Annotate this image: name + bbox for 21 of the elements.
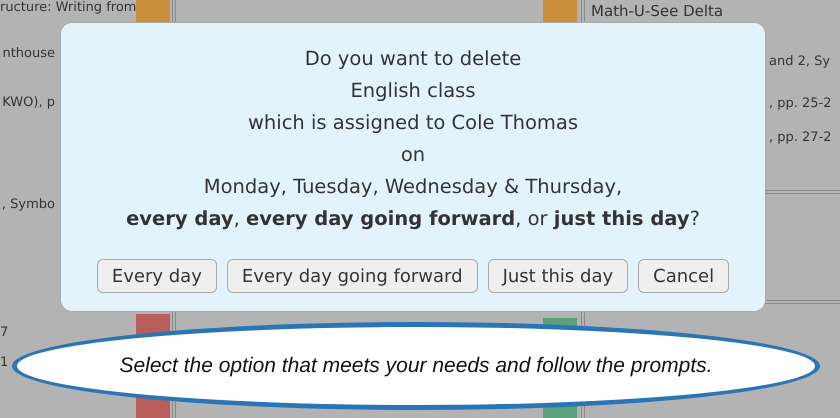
background-text: Math-U-See Delta (591, 2, 724, 20)
dialog-button[interactable]: Every day (96, 259, 217, 293)
background-text: , Symbo (2, 197, 55, 212)
dialog-message: Do you want to delete (304, 46, 522, 72)
dialog-message: English class (350, 78, 476, 104)
dialog-button[interactable]: Cancel (638, 259, 730, 293)
background-text: 1 (0, 355, 8, 370)
dialog-message: every day, every day going forward, or just this day? (126, 206, 700, 232)
background-text: 7 (0, 325, 8, 340)
background-text: nthouse (2, 46, 55, 61)
background-text: , pp. 27-2 (769, 130, 832, 145)
callout-text: Select the option that meets your needs and follow the prompts. (119, 354, 712, 378)
dialog-message: which is assigned to Cole Thomas (248, 110, 578, 136)
background-text: and 2, Sy (769, 54, 830, 69)
dialog-button[interactable]: Every day going forward (226, 259, 478, 293)
background-text: ructure: Writing from (0, 0, 136, 15)
dialog-message: on (400, 142, 426, 168)
background-text: , pp. 25-2 (769, 96, 832, 111)
dialog-message: Monday, Tuesday, Wednesday & Thursday, (204, 174, 622, 200)
background-text: KWO), p (2, 95, 55, 110)
dialog-button[interactable]: Just this day (488, 259, 628, 293)
